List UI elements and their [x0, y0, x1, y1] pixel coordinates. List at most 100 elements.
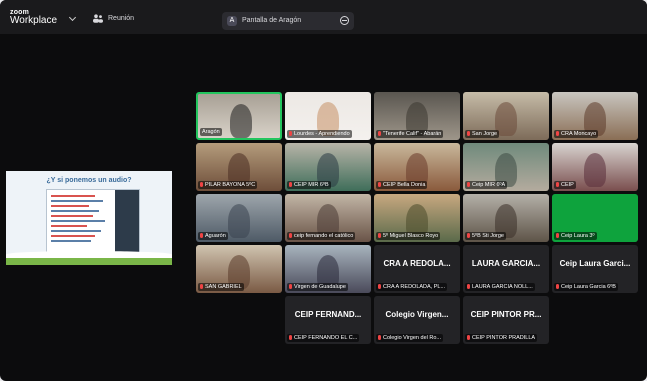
mic-muted-icon: [200, 232, 203, 238]
participant-tile[interactable]: CEIP Bella Donia: [374, 143, 460, 191]
participant-tile[interactable]: Aragón: [196, 92, 282, 140]
participant-tile[interactable]: CRA Moncayo: [552, 92, 638, 140]
participant-display-name: Colegio Virgen...: [385, 310, 449, 319]
mic-muted-icon: [378, 283, 381, 289]
participant-tile[interactable]: Ceip Laura 3º: [552, 194, 638, 242]
mic-muted-icon: [556, 181, 559, 187]
participant-tile[interactable]: Ceip MIR 6ºA: [463, 143, 549, 191]
mic-muted-icon: [467, 334, 470, 340]
shared-screen-preview[interactable]: ¿Y si ponemos un audio?: [6, 171, 172, 265]
mic-muted-icon: [467, 181, 470, 187]
participant-name-text: Ceip Laura 3º: [561, 233, 595, 239]
participant-name-label: Aguarón: [198, 232, 228, 240]
participant-tile[interactable]: 5º Miguel Blasco Royo: [374, 194, 460, 242]
participant-name-text: ceip fernando el católico: [294, 233, 354, 239]
participant-name-text: PILAR BAYONA 5ºC: [205, 182, 256, 188]
participant-name-label: CRA Moncayo: [554, 130, 599, 138]
participant-name-text: CEIP PINTOR PRADILLA: [472, 335, 536, 341]
participant-tile[interactable]: CRA A REDOLA... CRA A REDOLADA, PL...: [374, 245, 460, 293]
mic-muted-icon: [556, 232, 559, 238]
participant-name-text: CEIP Bella Donia: [383, 182, 426, 188]
participant-display-name: CEIP FERNAND...: [294, 310, 362, 319]
participant-tile[interactable]: ceip fernando el católico: [285, 194, 371, 242]
participant-display-name: CRA A REDOLA...: [383, 259, 451, 268]
participant-tile[interactable]: Lourdes - Aprendiendo: [285, 92, 371, 140]
chevron-down-icon[interactable]: [68, 13, 77, 22]
top-bar: zoom Workplace Reunión A Pantalla de Ara…: [0, 0, 647, 34]
participant-name-label: Lourdes - Aprendiendo: [287, 130, 352, 138]
mic-muted-icon: [467, 283, 470, 289]
participant-name-text: Colegio Virgen del Ro...: [383, 335, 441, 341]
participant-name-text: CRA A REDOLADA, PL...: [383, 284, 446, 290]
shared-slide-title: ¿Y si ponemos un audio?: [46, 177, 132, 184]
participant-name-label: "Tenerife Calif" - Abarán: [376, 130, 444, 138]
participant-display-name: Ceip Laura Garci...: [559, 259, 631, 268]
participant-name-text: CEIP: [561, 182, 574, 188]
slide-footer-decoration: [6, 251, 172, 265]
participant-name-text: Lourdes - Aprendiendo: [294, 131, 350, 137]
mic-muted-icon: [467, 130, 470, 136]
participant-tile[interactable]: CEIP FERNAND... CEIP FERNANDO EL C...: [285, 296, 371, 344]
mic-muted-icon: [378, 334, 381, 340]
participant-name-label: CRA A REDOLADA, PL...: [376, 283, 448, 291]
participant-name-text: Aguarón: [205, 233, 226, 239]
participant-name-text: Ceip Laura Garcia 6ºB: [561, 284, 616, 290]
participant-tile[interactable]: "Tenerife Calif" - Abarán: [374, 92, 460, 140]
mic-muted-icon: [467, 232, 470, 238]
participant-name-label: Ceip Laura 3º: [554, 232, 597, 240]
meeting-label[interactable]: Reunión: [108, 15, 134, 22]
participant-figure: [230, 104, 252, 138]
gallery-view: Aragón Lourdes - Aprendiendo "Tenerife Cal…: [196, 92, 642, 346]
participant-name-label: 5º Miguel Blasco Royo: [376, 232, 441, 240]
participant-name-label: CEIP Bella Donia: [376, 181, 428, 189]
participant-name-label: LAURA GARCIA NOLL...: [465, 283, 535, 291]
participant-name-text: Aragón: [202, 129, 220, 135]
participant-name-text: CRA Moncayo: [561, 131, 597, 137]
participant-name-text: 5ºB Sti Jorge: [472, 233, 504, 239]
participant-name-label: PILAR BAYONA 5ºC: [198, 181, 258, 189]
stop-share-icon[interactable]: [340, 16, 349, 25]
participant-name-text: LAURA GARCIA NOLL...: [472, 284, 533, 290]
zoom-workplace-logo[interactable]: zoom Workplace: [10, 9, 57, 26]
participant-tile[interactable]: LAURA GARCIA... LAURA GARCIA NOLL...: [463, 245, 549, 293]
mic-muted-icon: [378, 130, 381, 136]
participant-name-text: CEIP MIR 6ºB: [294, 182, 329, 188]
participant-name-text: CEIP FERNANDO EL C...: [294, 335, 358, 341]
mic-muted-icon: [289, 181, 292, 187]
participant-name-text: Ceip MIR 6ºA: [472, 182, 506, 188]
participant-name-label: Virgen de Guadalupe: [287, 283, 348, 291]
participant-tile[interactable]: Aguarón: [196, 194, 282, 242]
mic-muted-icon: [289, 130, 292, 136]
screen-share-indicator[interactable]: A Pantalla de Aragón: [222, 12, 354, 30]
participant-name-label: 5ºB Sti Jorge: [465, 232, 506, 240]
participant-name-label: Colegio Virgen del Ro...: [376, 334, 443, 342]
participant-name-label: Ceip MIR 6ºA: [465, 181, 508, 189]
sharer-avatar: A: [227, 16, 237, 26]
meeting-people-icon: [93, 14, 103, 23]
participant-name-text: 5º Miguel Blasco Royo: [383, 233, 439, 239]
zoom-window: zoom Workplace Reunión A Pantalla de Ara…: [0, 0, 647, 381]
participant-name-label: CEIP FERNANDO EL C...: [287, 334, 360, 342]
participant-name-label: San Jorge: [465, 130, 500, 138]
participant-figure: [228, 204, 250, 238]
participant-tile[interactable]: Ceip Laura Garci... Ceip Laura Garcia 6ºB: [552, 245, 638, 293]
participant-name-label: ceip fernando el católico: [287, 232, 356, 240]
logo-bottom-text: Workplace: [10, 15, 58, 26]
mic-muted-icon: [556, 130, 559, 136]
mic-muted-icon: [289, 232, 292, 238]
participant-tile[interactable]: CEIP: [552, 143, 638, 191]
mic-muted-icon: [378, 181, 381, 187]
participant-name-label: SAN GABRIEL: [198, 283, 244, 291]
participant-tile[interactable]: Virgen de Guadalupe: [285, 245, 371, 293]
participant-name-label: Aragón: [200, 128, 222, 136]
shared-slide-image: [46, 189, 140, 255]
participant-tile[interactable]: CEIP MIR 6ºB: [285, 143, 371, 191]
screen-share-label: Pantalla de Aragón: [242, 17, 302, 24]
participant-tile[interactable]: SAN GABRIEL: [196, 245, 282, 293]
participant-tile[interactable]: San Jorge: [463, 92, 549, 140]
participant-name-label: Ceip Laura Garcia 6ºB: [554, 283, 618, 291]
participant-tile[interactable]: Colegio Virgen... Colegio Virgen del Ro..…: [374, 296, 460, 344]
participant-tile[interactable]: PILAR BAYONA 5ºC: [196, 143, 282, 191]
participant-tile[interactable]: 5ºB Sti Jorge: [463, 194, 549, 242]
participant-tile[interactable]: CEIP PINTOR PR... CEIP PINTOR PRADILLA: [463, 296, 549, 344]
